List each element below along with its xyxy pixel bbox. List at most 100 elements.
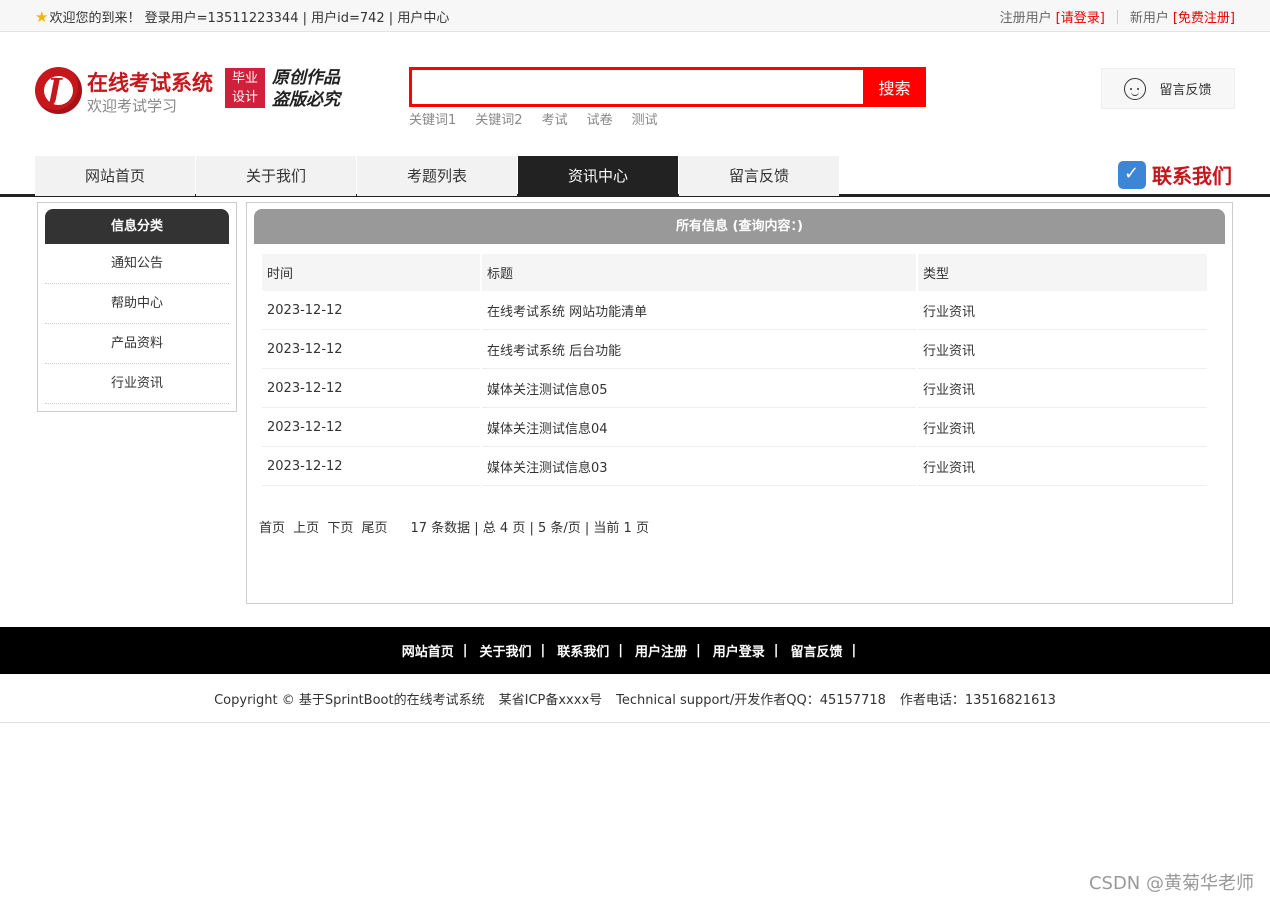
news-list-panel: 所有信息 (查询内容：) 时间 标题 类型 2023-12-12 在线考试系统 … [246, 202, 1233, 604]
graduation-badge: 毕业 设计 [225, 68, 265, 108]
badge-line-1: 毕业 [231, 71, 258, 86]
register-link[interactable]: [免费注册] [1173, 7, 1235, 26]
keyword-link[interactable]: 关键词1 [409, 109, 456, 128]
pager-next[interactable]: 下页 [327, 521, 353, 536]
category-sidebar: 信息分类 通知公告 帮助中心 产品资料 行业资讯 [37, 202, 237, 412]
watermark: CSDN @黄菊华老师 [1088, 873, 1254, 894]
main-area: 信息分类 通知公告 帮助中心 产品资料 行业资讯 所有信息 (查询内容：) 时间… [0, 197, 1270, 627]
pagination: 首页 上页 下页 尾页 17 条数据 | 总 4 页 | 5 条/页 | 当前 … [259, 517, 649, 536]
keyword-link[interactable]: 考试 [542, 109, 568, 128]
support-text: Technical support/开发作者QQ：45157718 [616, 692, 886, 708]
cell-type: 行业资讯 [918, 447, 1207, 486]
footer-separator: | [618, 643, 623, 658]
table-row: 2023-12-12 媒体关注测试信息03 行业资讯 [262, 447, 1207, 486]
cell-title-link[interactable]: 在线考试系统 后台功能 [482, 330, 916, 369]
keyword-link[interactable]: 关键词2 [475, 109, 522, 128]
icp-text: 某省ICP备xxxx号 [498, 692, 603, 708]
site-subtitle: 欢迎考试学习 [87, 97, 178, 115]
nav-item-home[interactable]: 网站首页 [35, 156, 195, 196]
star-icon: ★ [35, 7, 49, 26]
pager-last[interactable]: 尾页 [361, 521, 387, 536]
pager-prev[interactable]: 上页 [293, 521, 319, 536]
table-row: 2023-12-12 在线考试系统 后台功能 行业资讯 [262, 330, 1207, 369]
table-row: 2023-12-12 在线考试系统 网站功能清单 行业资讯 [262, 291, 1207, 330]
footer-nav: 网站首页 | 关于我们 | 联系我们 | 用户注册 | 用户登录 | 留言反馈 | [0, 627, 1270, 674]
keyword-link[interactable]: 试卷 [587, 109, 613, 128]
footer-link-feedback[interactable]: 留言反馈 [791, 641, 843, 660]
cell-title-link[interactable]: 媒体关注测试信息04 [482, 408, 916, 447]
footer-link-about[interactable]: 关于我们 [479, 641, 531, 660]
cell-time: 2023-12-12 [262, 369, 480, 408]
new-user-label: 新用户 [1129, 11, 1169, 26]
pager-links: 首页 上页 下页 尾页 [259, 517, 391, 536]
footer-separator: | [696, 643, 701, 658]
pager-info: 17 条数据 | 总 4 页 | 5 条/页 | 当前 1 页 [410, 521, 649, 536]
footer-link-home[interactable]: 网站首页 [402, 641, 454, 660]
nav-item-news[interactable]: 资讯中心 [518, 156, 678, 196]
cell-time: 2023-12-12 [262, 330, 480, 369]
contact-icon [1118, 160, 1146, 189]
feedback-label: 留言反馈 [1159, 83, 1212, 98]
search-button[interactable]: 搜索 [863, 67, 926, 107]
divider [1116, 9, 1118, 24]
sidebar-item-notice[interactable]: 通知公告 [45, 244, 229, 284]
cell-type: 行业资讯 [918, 369, 1207, 408]
news-table: 时间 标题 类型 2023-12-12 在线考试系统 网站功能清单 行业资讯 2… [260, 254, 1209, 486]
feedback-button[interactable]: 留言反馈 [1101, 68, 1235, 109]
pager-first[interactable]: 首页 [259, 521, 285, 536]
footer-separator: | [540, 643, 546, 658]
column-header-title: 标题 [482, 254, 916, 291]
main-nav: 网站首页 关于我们 考题列表 资讯中心 留言反馈 联系我们 [0, 155, 1270, 197]
keyword-link[interactable]: 测试 [632, 109, 658, 128]
top-bar: ★ 欢迎您的到来！ 登录用户=13511223344 | 用户id=742 | … [0, 0, 1270, 32]
motto: 原创作品 盗版必究 [272, 67, 340, 111]
sidebar-item-product[interactable]: 产品资料 [45, 324, 229, 364]
login-link[interactable]: [请登录] [1056, 7, 1105, 26]
cell-type: 行业资讯 [918, 291, 1207, 330]
motto-line-2: 盗版必究 [272, 90, 340, 110]
table-row: 2023-12-12 媒体关注测试信息04 行业资讯 [262, 408, 1207, 447]
sidebar-title: 信息分类 [45, 209, 229, 244]
cell-time: 2023-12-12 [262, 408, 480, 447]
footer-separator: | [773, 643, 779, 658]
sidebar-item-help[interactable]: 帮助中心 [45, 284, 229, 324]
contact-us-label: 联系我们 [1152, 164, 1232, 188]
footer-link-login[interactable]: 用户登录 [713, 641, 765, 660]
column-header-time: 时间 [262, 254, 480, 291]
footer-link-contact[interactable]: 联系我们 [557, 641, 609, 660]
panel-title: 所有信息 (查询内容：) [254, 209, 1225, 244]
header: J 在线考试系统 欢迎考试学习 毕业 设计 原创作品 盗版必究 搜索 关键词1 … [0, 32, 1270, 155]
cell-type: 行业资讯 [918, 330, 1207, 369]
cell-title-link[interactable]: 媒体关注测试信息03 [482, 447, 916, 486]
account-links: 注册用户 [请登录] 新用户 [免费注册] [1000, 7, 1235, 26]
badge-line-2: 设计 [231, 90, 258, 105]
welcome-message: ★ 欢迎您的到来！ 登录用户=13511223344 | 用户id=742 | … [35, 7, 449, 27]
motto-line-1: 原创作品 [272, 68, 340, 88]
cell-time: 2023-12-12 [262, 291, 480, 330]
cell-time: 2023-12-12 [262, 447, 480, 486]
customer-service-icon [1124, 77, 1147, 100]
welcome-text[interactable]: 欢迎您的到来！ 登录用户=13511223344 | 用户id=742 | 用户… [49, 7, 449, 26]
cell-title-link[interactable]: 在线考试系统 网站功能清单 [482, 291, 916, 330]
nav-item-feedback[interactable]: 留言反馈 [679, 156, 839, 196]
sidebar-item-industry[interactable]: 行业资讯 [45, 364, 229, 404]
cell-title-link[interactable]: 媒体关注测试信息05 [482, 369, 916, 408]
site-name: 在线考试系统 [87, 71, 213, 95]
phone-text: 作者电话：13516821613 [899, 692, 1056, 708]
search-input[interactable] [409, 67, 863, 107]
table-row: 2023-12-12 媒体关注测试信息05 行业资讯 [262, 369, 1207, 408]
site-logo[interactable]: J 在线考试系统 欢迎考试学习 毕业 设计 原创作品 盗版必究 [35, 67, 345, 117]
nav-item-about[interactable]: 关于我们 [196, 156, 356, 196]
logo-icon: J [35, 67, 82, 114]
cell-type: 行业资讯 [918, 408, 1207, 447]
column-header-type: 类型 [918, 254, 1207, 291]
footer-separator: | [462, 643, 468, 658]
registered-user-label: 注册用户 [999, 11, 1052, 26]
copyright-text: Copyright © 基于SprintBoot的在线考试系统 [214, 692, 485, 708]
contact-us-link[interactable]: 联系我们 [1118, 160, 1232, 189]
copyright-bar: Copyright © 基于SprintBoot的在线考试系统 某省ICP备xx… [0, 674, 1270, 723]
footer-link-register[interactable]: 用户注册 [635, 641, 687, 660]
nav-item-exam-list[interactable]: 考题列表 [357, 156, 517, 196]
search-bar: 搜索 [409, 67, 926, 107]
hot-keywords: 关键词1 关键词2 考试 试卷 测试 [409, 109, 677, 128]
